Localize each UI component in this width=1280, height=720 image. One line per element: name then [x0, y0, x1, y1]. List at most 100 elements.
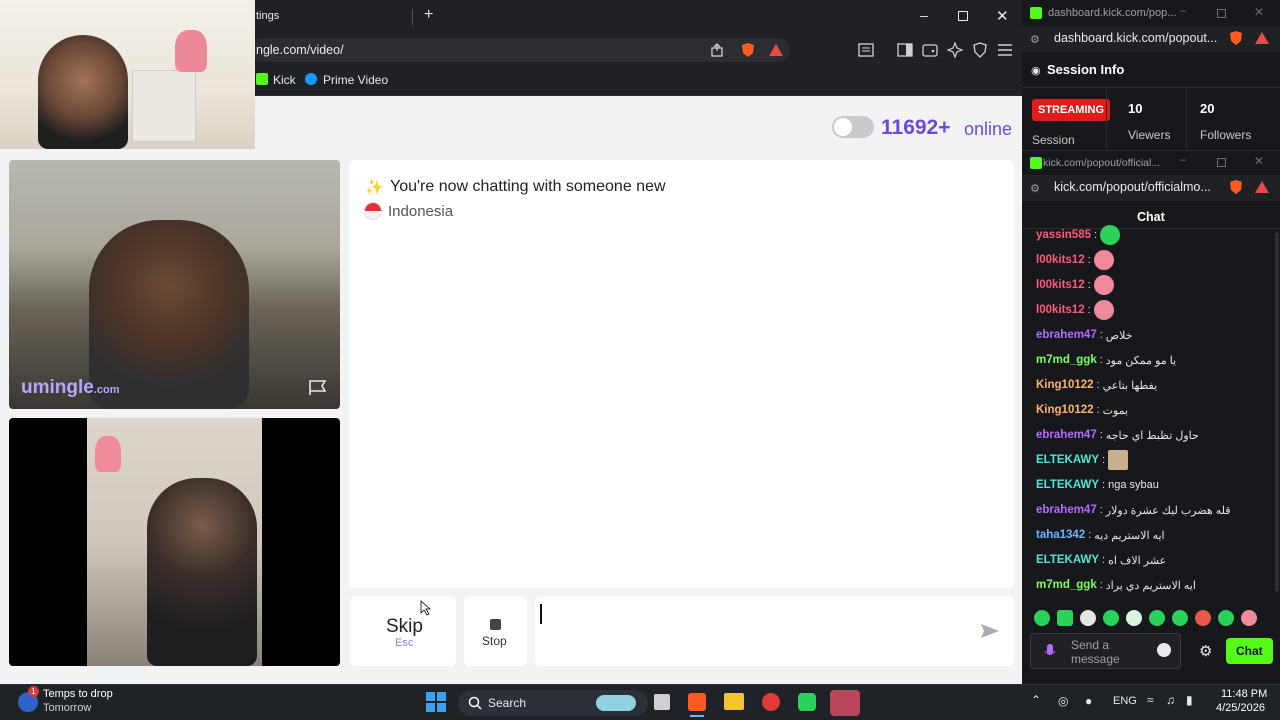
search-icon [468, 696, 482, 710]
kick-app-icon[interactable] [798, 693, 816, 711]
taskbar-search[interactable]: Search [458, 690, 648, 716]
chat-username[interactable]: taha1342 [1036, 529, 1085, 541]
toggle-switch[interactable] [832, 116, 874, 138]
task-view-icon[interactable] [654, 694, 670, 710]
report-flag-icon[interactable] [308, 379, 328, 397]
tab-title[interactable]: tings [256, 10, 279, 22]
leo-ai-icon[interactable] [947, 42, 963, 58]
toggle-knob [834, 118, 852, 136]
maximize-icon[interactable] [958, 11, 968, 21]
share-icon[interactable] [710, 43, 724, 57]
chat-username[interactable]: ebrahem47 [1036, 504, 1097, 516]
battery-icon[interactable]: ▮ [1186, 693, 1193, 707]
emote-icon[interactable] [1057, 610, 1073, 626]
chat-brave-shield-icon[interactable] [1228, 179, 1244, 195]
brave-rewards-icon[interactable] [768, 42, 784, 58]
chat-username[interactable]: ELTEKAWY [1036, 479, 1099, 491]
bookmark-kick[interactable]: Kick [273, 73, 296, 87]
brave-taskbar-icon[interactable] [688, 693, 706, 711]
vpn-icon[interactable] [972, 42, 988, 58]
session-brave-shield-icon[interactable] [1228, 30, 1244, 46]
chat-maximize-icon[interactable] [1217, 158, 1226, 167]
sidebar-icon[interactable] [897, 43, 913, 57]
chat-send-button[interactable]: Chat [1226, 638, 1273, 664]
chat-username[interactable]: m7md_ggk [1036, 354, 1097, 366]
tray-app-icon[interactable]: ◎ [1058, 694, 1068, 708]
address-bar[interactable]: ngle.com/video/ [250, 38, 790, 62]
chat-username[interactable]: l00kits12 [1036, 304, 1085, 316]
chat-settings-icon[interactable]: ⚙ [1199, 642, 1212, 660]
reader-mode-icon[interactable] [858, 43, 874, 57]
session-minimize-icon[interactable]: – [1180, 5, 1186, 17]
send-placeholder-line2: message [1071, 652, 1120, 666]
session-address-bar[interactable]: ⚙ dashboard.kick.com/popout... [1022, 26, 1280, 52]
chat-username[interactable]: ELTEKAWY [1036, 554, 1099, 566]
emote-icon[interactable] [1034, 610, 1050, 626]
emote-icon[interactable] [1241, 610, 1257, 626]
chat-site-settings-icon[interactable]: ⚙ [1030, 182, 1040, 195]
bookmark-prime-video[interactable]: Prime Video [323, 73, 388, 87]
session-close-icon[interactable]: ✕ [1254, 5, 1264, 19]
chat-username[interactable]: ebrahem47 [1036, 329, 1097, 341]
windows-start-icon[interactable] [426, 692, 446, 712]
new-tab-icon[interactable]: + [424, 6, 433, 24]
close-icon[interactable]: ✕ [996, 7, 1009, 25]
stop-button[interactable]: Stop [464, 596, 527, 666]
chat-username[interactable]: l00kits12 [1036, 254, 1085, 266]
chat-message: l00kits12: [1036, 250, 1114, 270]
clock-time[interactable]: 11:48 PM [1221, 688, 1267, 700]
send-placeholder-line1: Send a [1071, 638, 1110, 652]
skip-button[interactable]: Skip Esc [350, 596, 456, 666]
language-indicator[interactable]: ENG [1113, 695, 1137, 707]
chat-rewards-icon[interactable] [1254, 179, 1270, 195]
chat-username[interactable]: ELTEKAWY [1036, 454, 1099, 466]
chat-close-icon[interactable]: ✕ [1254, 154, 1264, 168]
brave-shield-icon[interactable] [740, 42, 756, 58]
session-maximize-icon[interactable] [1217, 9, 1226, 18]
clock-date[interactable]: 4/25/2026 [1216, 702, 1265, 714]
send-message-input[interactable]: Send a message [1030, 633, 1181, 669]
chat-minimize-icon[interactable]: – [1180, 154, 1186, 166]
microphone-icon[interactable] [1044, 643, 1056, 661]
session-rewards-icon[interactable] [1254, 30, 1270, 46]
chat-username[interactable]: yassin585 [1036, 229, 1091, 241]
active-app-icon[interactable] [830, 690, 860, 716]
emote-icon[interactable] [1149, 610, 1165, 626]
menu-icon[interactable] [997, 43, 1013, 57]
wallet-icon[interactable] [922, 43, 938, 57]
microphone-tray-icon[interactable]: ● [1085, 694, 1092, 708]
obs-icon[interactable] [762, 693, 780, 711]
chat-scrollbar[interactable] [1275, 232, 1279, 592]
minimize-icon[interactable]: – [920, 7, 928, 23]
chat-message: ebrahem47: خلاص [1036, 326, 1132, 344]
chat-username[interactable]: King10122 [1036, 404, 1094, 416]
weather-line2: Tomorrow [43, 702, 92, 714]
chat-username[interactable]: ebrahem47 [1036, 429, 1097, 441]
send-icon[interactable] [980, 623, 1000, 639]
chat-message-text: حاول تظبط اي حاجه [1105, 429, 1199, 442]
emote-icon[interactable] [1126, 610, 1142, 626]
wifi-icon[interactable]: ≈ [1147, 693, 1154, 707]
emote-icon[interactable] [1218, 610, 1234, 626]
file-explorer-icon[interactable] [724, 693, 744, 710]
chat-colon: : [1099, 429, 1103, 441]
emote-icon[interactable] [1080, 610, 1096, 626]
message-input[interactable] [535, 596, 1014, 666]
emoji-picker-icon[interactable] [1157, 643, 1171, 657]
emote-icon[interactable] [1172, 610, 1188, 626]
certificate-frame [132, 70, 196, 142]
session-window-title: dashboard.kick.com/pop... [1048, 7, 1177, 19]
site-settings-icon[interactable]: ⚙ [1030, 33, 1040, 46]
volume-icon[interactable]: ♫ [1166, 693, 1175, 707]
chat-colon: : [1096, 404, 1100, 416]
chat-username[interactable]: m7md_ggk [1036, 579, 1097, 591]
chat-message-text: بموت [1102, 404, 1129, 417]
chat-address-bar[interactable]: ⚙ kick.com/popout/officialmo... [1022, 175, 1280, 201]
emote-icon[interactable] [1103, 610, 1119, 626]
chat-colon: : [1099, 579, 1103, 591]
chat-username[interactable]: King10122 [1036, 379, 1094, 391]
tray-expand-icon[interactable]: ⌃ [1031, 693, 1041, 707]
chat-message-text: عشر الاف اه [1108, 554, 1167, 567]
chat-username[interactable]: l00kits12 [1036, 279, 1085, 291]
emote-icon[interactable] [1195, 610, 1211, 626]
